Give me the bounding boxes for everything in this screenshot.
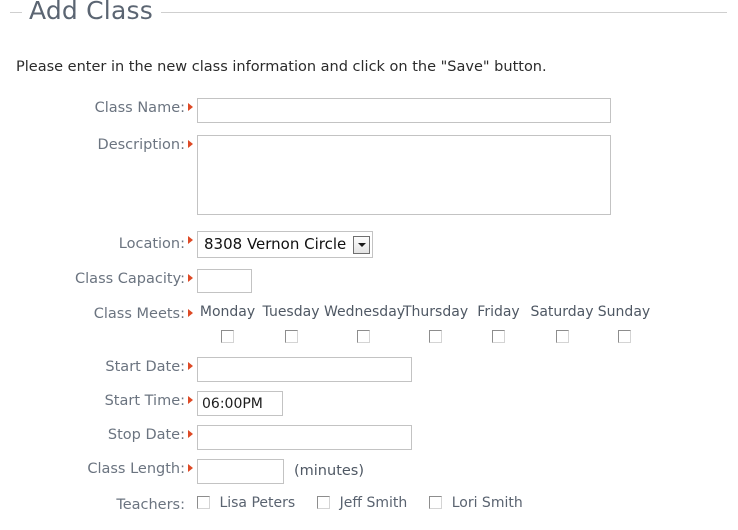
add-class-page: Add Class Please enter in the new class … <box>0 0 738 530</box>
intro-text: Please enter in the new class informatio… <box>16 59 547 75</box>
field-location: 8308 Vernon Circle <box>197 231 738 258</box>
field-class-name <box>197 98 738 123</box>
day-checkbox-monday[interactable] <box>221 330 234 343</box>
teacher-item-lori-smith[interactable]: Lori Smith <box>429 495 523 511</box>
teacher-name: Jeff Smith <box>339 495 408 511</box>
class-length-unit-label: (minutes) <box>294 463 365 479</box>
chevron-down-icon[interactable] <box>353 235 371 254</box>
day-saturday: Saturday <box>530 304 594 345</box>
label-class-length: Class Length: <box>87 461 185 477</box>
row-class-capacity: Class Capacity: <box>0 269 738 293</box>
label-stop-date: Stop Date: <box>107 427 185 443</box>
day-label: Saturday <box>530 304 594 320</box>
day-label: Thursday <box>403 304 469 320</box>
teacher-checkbox-jeff-smith[interactable] <box>317 496 331 509</box>
day-checkbox-friday[interactable] <box>492 330 505 343</box>
field-description <box>197 135 738 219</box>
day-monday: Monday <box>197 304 258 345</box>
start-time-input[interactable] <box>197 391 283 416</box>
add-class-form: Class Name: Description: Location: 8308 … <box>0 98 738 515</box>
row-class-length: Class Length: (minutes) <box>0 459 738 484</box>
row-teachers: Teachers: Lisa Peters Jeff Smith Lori Sm… <box>0 495 738 515</box>
field-start-time <box>197 391 738 416</box>
teacher-item-lisa-peters[interactable]: Lisa Peters <box>197 495 295 511</box>
label-teachers: Teachers: <box>116 497 185 513</box>
teacher-name: Lisa Peters <box>219 495 296 511</box>
day-checkbox-saturday[interactable] <box>555 330 569 343</box>
field-teachers: Lisa Peters Jeff Smith Lori Smith <box>197 495 738 511</box>
label-start-time: Start Time: <box>104 393 185 409</box>
label-class-capacity: Class Capacity: <box>75 271 185 287</box>
field-stop-date <box>197 425 738 450</box>
teacher-checkbox-lori-smith[interactable] <box>429 496 443 509</box>
label-description: Description: <box>97 137 185 153</box>
class-length-input[interactable] <box>197 459 284 484</box>
day-label: Tuesday <box>262 304 320 320</box>
field-class-capacity <box>197 269 738 293</box>
description-textarea[interactable] <box>197 135 611 215</box>
day-wednesday: Wednesday <box>324 304 406 345</box>
day-checkbox-sunday[interactable] <box>617 330 631 343</box>
teacher-name: Lori Smith <box>451 495 523 511</box>
day-label: Monday <box>199 304 256 320</box>
day-checkbox-tuesday[interactable] <box>284 330 298 343</box>
label-class-name: Class Name: <box>94 100 185 116</box>
row-location: Location: 8308 Vernon Circle <box>0 231 738 258</box>
class-name-input[interactable] <box>197 98 611 123</box>
row-stop-date: Stop Date: <box>0 425 738 450</box>
day-thursday: Thursday <box>403 304 469 345</box>
day-checkbox-thursday[interactable] <box>428 330 442 343</box>
day-sunday: Sunday <box>594 304 654 345</box>
day-checkbox-wednesday[interactable] <box>357 330 370 343</box>
field-class-meets: Monday Tuesday Wednesday Thursday Friday… <box>197 304 738 345</box>
class-capacity-input[interactable] <box>197 269 252 293</box>
day-tuesday: Tuesday <box>258 304 324 345</box>
row-description: Description: <box>0 135 738 219</box>
row-start-time: Start Time: <box>0 391 738 416</box>
teachers-list: Lisa Peters Jeff Smith Lori Smith <box>197 495 738 511</box>
row-class-name: Class Name: <box>0 98 738 123</box>
location-select-value: 8308 Vernon Circle <box>204 235 347 253</box>
day-label: Sunday <box>597 304 651 320</box>
stop-date-input[interactable] <box>197 425 412 450</box>
teacher-item-jeff-smith[interactable]: Jeff Smith <box>317 495 407 511</box>
location-select[interactable]: 8308 Vernon Circle <box>197 231 374 258</box>
day-label: Wednesday <box>324 304 406 320</box>
start-date-input[interactable] <box>197 357 412 382</box>
label-start-date: Start Date: <box>105 359 185 375</box>
class-meets-days: Monday Tuesday Wednesday Thursday Friday… <box>197 304 738 345</box>
field-class-length: (minutes) <box>197 459 738 484</box>
day-friday: Friday <box>467 304 530 345</box>
row-start-date: Start Date: <box>0 357 738 382</box>
label-class-meets: Class Meets: <box>93 306 185 322</box>
day-label: Friday <box>477 304 520 320</box>
teacher-checkbox-lisa-peters[interactable] <box>197 496 210 509</box>
field-start-date <box>197 357 738 382</box>
page-title: Add Class <box>22 0 161 26</box>
row-class-meets: Class Meets: Monday Tuesday Wednesday Th… <box>0 304 738 345</box>
label-location: Location: <box>118 236 185 252</box>
